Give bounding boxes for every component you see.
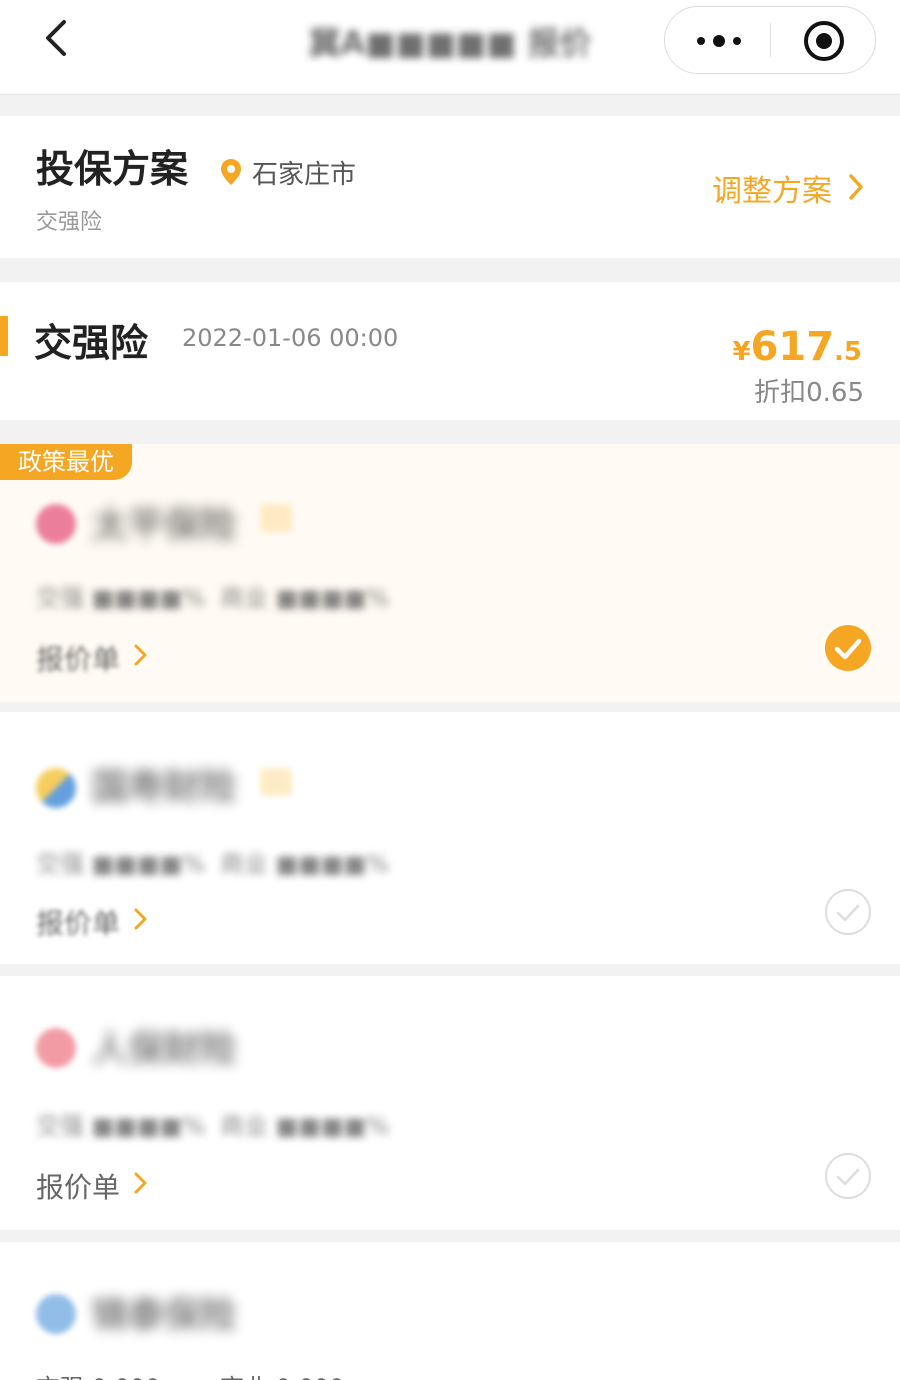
more-dots-icon[interactable] bbox=[693, 25, 745, 57]
insurer-logo bbox=[36, 1294, 76, 1334]
rate-commercial: 商业 0.000 bbox=[220, 1368, 344, 1380]
selected-check-icon[interactable] bbox=[824, 624, 872, 672]
insurer-name: 国寿财险 bbox=[92, 767, 237, 808]
unselected-check-icon[interactable] bbox=[824, 1152, 872, 1200]
chevron-right-icon[interactable] bbox=[846, 172, 866, 202]
section-title: 交强险 bbox=[34, 321, 149, 365]
insurer-logo bbox=[36, 504, 76, 544]
price-currency: ¥ bbox=[732, 337, 751, 367]
insurer-card[interactable]: 国寿财险 交强 ■■■■% 商业 ■■■■% 报价单 bbox=[0, 712, 900, 964]
chevron-right-icon[interactable] bbox=[132, 906, 150, 932]
insurer-card[interactable]: 锦泰保险 交强 0.000 商业 0.000 bbox=[0, 1242, 900, 1380]
best-policy-tag: 政策最优 bbox=[0, 444, 132, 480]
discount-label: 折扣0.65 bbox=[754, 378, 864, 408]
insurer-card[interactable]: 政策最优 太平保险 交强 ■■■■% 商业 ■■■■% 报价单 bbox=[0, 444, 900, 702]
rate-commercial: 商业 ■■■■% bbox=[220, 1112, 390, 1140]
quote-page: 冀A■■■■■ 报价 投保方案 石家庄市 交强险 调整方案 交强险 2022-0… bbox=[0, 0, 900, 1380]
insurer-badge bbox=[260, 768, 292, 796]
quote-sheet-link[interactable]: 报价单 bbox=[36, 638, 120, 678]
insurer-logo bbox=[36, 768, 76, 808]
rate-commercial: 商业 ■■■■% bbox=[220, 850, 390, 878]
insurance-plan-card: 投保方案 石家庄市 交强险 调整方案 bbox=[0, 116, 900, 258]
quote-sheet-link[interactable]: 报价单 bbox=[36, 1166, 120, 1206]
price-decimal: .5 bbox=[834, 337, 862, 367]
top-nav-bar: 冀A■■■■■ 报价 bbox=[0, 0, 900, 95]
section-start-date: 2022-01-06 00:00 bbox=[182, 324, 399, 352]
insurer-badge bbox=[260, 504, 292, 532]
plan-title: 投保方案 bbox=[36, 147, 189, 191]
location-pin-icon bbox=[221, 159, 241, 185]
unselected-check-icon[interactable] bbox=[824, 888, 872, 936]
page-title: 冀A■■■■■ 报价 bbox=[308, 24, 592, 62]
rate-compulsory: 交强 ■■■■% bbox=[36, 584, 206, 612]
rate-compulsory: 交强 0.000 bbox=[36, 1368, 160, 1380]
rate-compulsory: 交强 ■■■■% bbox=[36, 1112, 206, 1140]
insurer-name: 锦泰保险 bbox=[92, 1295, 237, 1336]
price-integer: 617 bbox=[750, 324, 835, 370]
chevron-left-icon[interactable] bbox=[36, 16, 80, 60]
rate-compulsory: 交强 ■■■■% bbox=[36, 850, 206, 878]
plan-subtitle: 交强险 bbox=[36, 210, 103, 235]
quote-sheet-link[interactable]: 报价单 bbox=[36, 902, 120, 942]
capsule-divider bbox=[770, 23, 771, 57]
plan-city: 石家庄市 bbox=[252, 160, 357, 190]
chevron-right-icon[interactable] bbox=[132, 1170, 150, 1196]
chevron-right-icon[interactable] bbox=[132, 642, 150, 668]
insurer-name: 人保财险 bbox=[92, 1029, 237, 1070]
insurer-name: 太平保险 bbox=[92, 505, 237, 546]
insurer-card[interactable]: 人保财险 交强 ■■■■% 商业 ■■■■% 报价单 bbox=[0, 976, 900, 1230]
mini-program-capsule bbox=[664, 6, 876, 74]
compulsory-insurance-section: 交强险 2022-01-06 00:00 ¥617.5 折扣0.65 bbox=[0, 282, 900, 420]
premium-price: ¥617.5 bbox=[732, 324, 862, 370]
capsule-close-icon[interactable] bbox=[801, 18, 847, 64]
insurer-logo bbox=[36, 1028, 76, 1068]
section-accent-bar bbox=[0, 316, 8, 356]
rate-commercial: 商业 ■■■■% bbox=[220, 584, 390, 612]
adjust-plan-link[interactable]: 调整方案 bbox=[712, 166, 832, 210]
